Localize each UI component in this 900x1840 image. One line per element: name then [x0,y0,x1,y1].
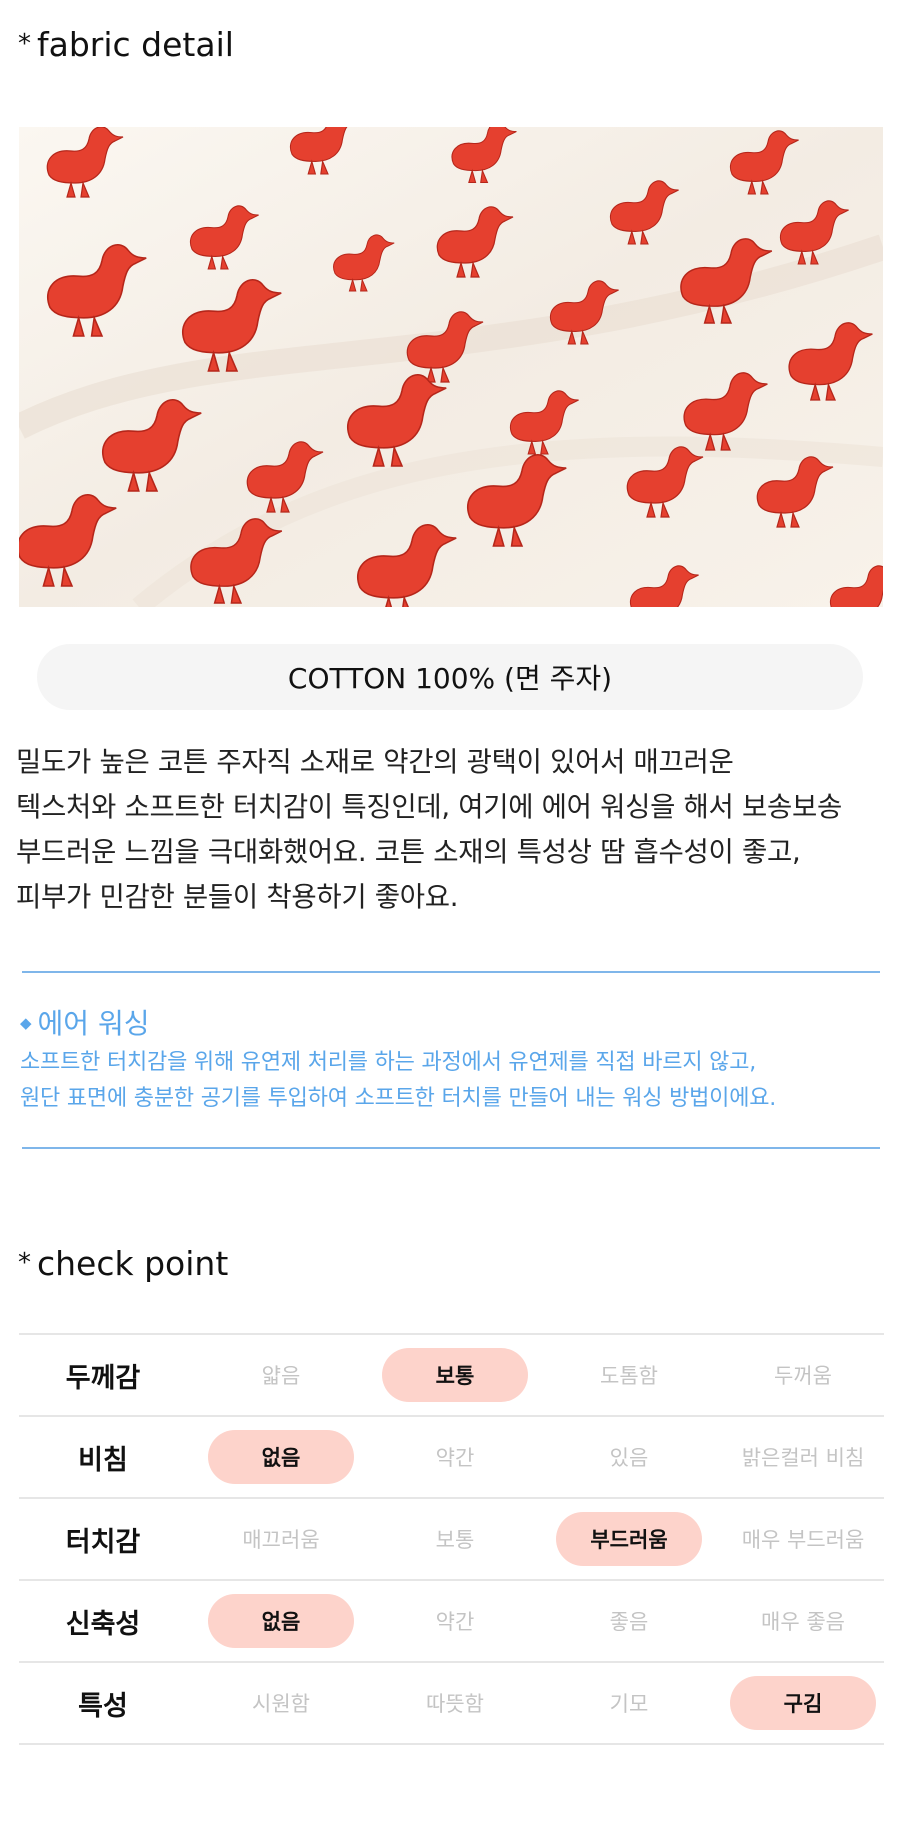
option-text: 밝은컬러 비침 [741,1446,865,1470]
title-star: * [18,1248,31,1278]
option-item: 시원함 [194,1663,368,1743]
row-label: 특성 [78,1690,128,1722]
option-item: 보통 [368,1499,542,1579]
option-item: 약간 [368,1417,542,1497]
divider-bottom [22,1147,880,1149]
option-item: 기모 [542,1663,716,1743]
check-row-stretch: 신축성 없음 약간 좋음 매우 좋음 [19,1581,884,1663]
fabric-description: 밀도가 높은 코튼 주자직 소재로 약간의 광택이 있어서 매끄러운 텍스처와 … [16,740,896,920]
option-text: 시원함 [252,1692,310,1716]
option-item: 얇음 [194,1335,368,1415]
option-item: 밝은컬러 비침 [716,1417,890,1497]
title-star: * [18,29,31,59]
check-point-table: 두께감 얇음 보통 도톰함 두꺼움 비침 없음 약간 있음 밝은컬러 비침 터치… [19,1333,884,1745]
option-item: 두꺼움 [716,1335,890,1415]
option-item-selected: 구김 [716,1663,890,1743]
option-item: 매우 부드러움 [716,1499,890,1579]
row-label: 비침 [78,1444,128,1476]
option-text: 약간 [435,1446,475,1470]
air-washing-title-text: 에어 워싱 [37,1007,150,1040]
option-item-selected: 부드러움 [542,1499,716,1579]
option-text: 구김 [783,1692,823,1716]
row-label: 터치감 [65,1526,141,1558]
option-text: 없음 [261,1446,301,1470]
option-text: 두꺼움 [774,1364,832,1388]
option-text: 좋음 [609,1610,649,1634]
option-item-selected: 보통 [368,1335,542,1415]
option-text: 따뜻함 [426,1692,484,1716]
option-text: 매우 부드러움 [741,1528,865,1552]
check-row-sheerness: 비침 없음 약간 있음 밝은컬러 비침 [19,1417,884,1499]
washing-line: 소프트한 터치감을 위해 유연제 처리를 하는 과정에서 유연제를 직접 바르지… [20,1050,757,1075]
fabric-photo [19,127,883,607]
row-label: 신축성 [65,1608,141,1640]
check-row-touch: 터치감 매끄러움 보통 부드러움 매우 부드러움 [19,1499,884,1581]
option-text: 도톰함 [600,1364,658,1388]
option-item-selected: 없음 [194,1581,368,1661]
check-point-title-text: check point [37,1244,229,1283]
option-text: 있음 [609,1446,649,1470]
option-text: 매끄러움 [242,1528,320,1552]
option-text: 보통 [435,1364,475,1388]
fabric-detail-title-text: fabric detail [37,25,234,64]
description-line: 피부가 민감한 분들이 착용하기 좋아요. [16,881,459,913]
option-text: 없음 [261,1610,301,1634]
washing-line: 원단 표면에 충분한 공기를 투입하여 소프트한 터치를 만들어 내는 워싱 방… [20,1086,777,1111]
description-line: 텍스처와 소프트한 터치감이 특징인데, 여기에 에어 워싱을 해서 보송보송 [16,791,842,823]
option-text: 부드러움 [590,1528,668,1552]
option-item: 매우 좋음 [716,1581,890,1661]
air-washing-description: 소프트한 터치감을 위해 유연제 처리를 하는 과정에서 유연제를 직접 바르지… [20,1045,890,1117]
option-text: 보통 [435,1528,475,1552]
option-item: 약간 [368,1581,542,1661]
option-item: 따뜻함 [368,1663,542,1743]
option-item: 좋음 [542,1581,716,1661]
description-line: 밀도가 높은 코튼 주자직 소재로 약간의 광택이 있어서 매끄러운 [16,746,734,778]
divider-top [22,971,880,973]
diamond-bullet-icon: ◆ [20,1014,32,1032]
option-item-selected: 없음 [194,1417,368,1497]
row-label: 두께감 [65,1362,141,1394]
check-row-characteristic: 특성 시원함 따뜻함 기모 구김 [19,1663,884,1745]
air-washing-title: ◆ 에어 워싱 [20,1005,150,1042]
option-text: 약간 [435,1610,475,1634]
option-text: 기모 [609,1692,649,1716]
check-point-title: * check point [18,1243,228,1284]
option-text: 매우 좋음 [761,1610,845,1634]
option-item: 있음 [542,1417,716,1497]
fabric-detail-title: * fabric detail [18,24,234,65]
check-row-thickness: 두께감 얇음 보통 도톰함 두꺼움 [19,1335,884,1417]
description-line: 부드러운 느낌을 극대화했어요. 코튼 소재의 특성상 땀 흡수성이 좋고, [16,836,801,868]
option-text: 얇음 [261,1364,301,1388]
option-item: 도톰함 [542,1335,716,1415]
material-label: COTTON 100% (면 주자) [37,644,863,710]
option-item: 매끄러움 [194,1499,368,1579]
